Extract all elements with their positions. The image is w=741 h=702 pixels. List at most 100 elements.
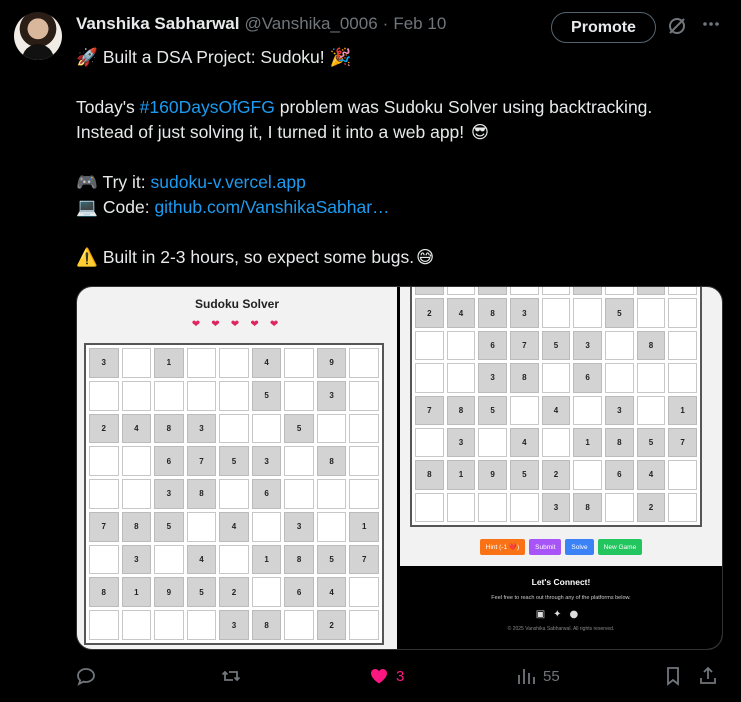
sudoku-cell[interactable]: 2	[636, 492, 666, 522]
sudoku-cell[interactable]: 2	[316, 610, 347, 640]
sudoku-cell[interactable]	[186, 511, 217, 542]
sudoku-cell[interactable]	[446, 492, 476, 522]
sudoku-cell[interactable]: 5	[316, 544, 347, 575]
sudoku-cell[interactable]: 3	[186, 413, 217, 444]
sudoku-cell[interactable]: 3	[316, 380, 347, 411]
share-button[interactable]	[698, 666, 718, 686]
sudoku-cell[interactable]: 8	[121, 511, 152, 542]
sudoku-cell[interactable]: 4	[316, 577, 347, 608]
sudoku-cell[interactable]: 8	[636, 330, 666, 361]
sudoku-cell[interactable]	[668, 492, 697, 522]
sudoku-cell[interactable]	[415, 492, 444, 522]
sudoku-cell[interactable]	[121, 348, 152, 378]
sudoku-cell[interactable]: 3	[121, 544, 152, 575]
sudoku-cell[interactable]: 5	[478, 395, 507, 425]
sudoku-cell[interactable]: 8	[316, 446, 347, 477]
sudoku-cell[interactable]	[284, 348, 314, 378]
media-image-right[interactable]: 24835675383867854313418578195264382 Hint…	[400, 287, 722, 649]
sudoku-cell[interactable]	[668, 363, 697, 393]
sudoku-cell[interactable]: 8	[284, 544, 314, 575]
sudoku-cell[interactable]: 2	[219, 577, 249, 608]
sudoku-cell[interactable]: 3	[89, 348, 119, 378]
sudoku-cell[interactable]	[668, 298, 697, 328]
sudoku-cell[interactable]	[446, 363, 476, 393]
sudoku-cell[interactable]	[284, 479, 314, 509]
sudoku-cell[interactable]	[121, 446, 152, 477]
sudoku-cell[interactable]	[349, 413, 379, 444]
sudoku-cell[interactable]	[316, 511, 347, 542]
sudoku-cell[interactable]	[573, 395, 602, 425]
sudoku-cell[interactable]: 3	[509, 298, 539, 328]
sudoku-cell[interactable]: 3	[219, 610, 249, 640]
sudoku-cell[interactable]: 4	[541, 395, 571, 425]
sudoku-cell[interactable]: 4	[219, 511, 249, 542]
sudoku-cell[interactable]	[541, 298, 571, 328]
sudoku-cell[interactable]	[154, 380, 184, 411]
sudoku-cell[interactable]: 1	[121, 577, 152, 608]
author-handle[interactable]: @Vanshika_0006	[244, 14, 377, 34]
demo-link[interactable]: sudoku-v.vercel.app	[151, 172, 306, 192]
sudoku-cell[interactable]: 5	[636, 427, 666, 458]
sudoku-cell[interactable]: 3	[251, 446, 282, 477]
sudoku-cell[interactable]	[219, 479, 249, 509]
sudoku-cell[interactable]	[121, 610, 152, 640]
sudoku-cell[interactable]	[349, 479, 379, 509]
sudoku-cell[interactable]	[89, 544, 119, 575]
sudoku-cell[interactable]: 6	[284, 577, 314, 608]
reply-button[interactable]	[76, 666, 96, 686]
sudoku-cell[interactable]	[284, 610, 314, 640]
sudoku-cell[interactable]	[219, 380, 249, 411]
retweet-button[interactable]	[221, 666, 241, 686]
sudoku-cell[interactable]	[121, 479, 152, 509]
bookmark-button[interactable]	[663, 666, 683, 686]
sudoku-cell[interactable]: 7	[89, 511, 119, 542]
sudoku-cell[interactable]	[251, 577, 282, 608]
sudoku-cell[interactable]: 5	[154, 511, 184, 542]
sudoku-cell[interactable]	[316, 479, 347, 509]
sudoku-cell[interactable]: 5	[219, 446, 249, 477]
sudoku-cell[interactable]	[284, 446, 314, 477]
sudoku-cell[interactable]	[446, 330, 476, 361]
sudoku-cell[interactable]	[668, 330, 697, 361]
sudoku-cell[interactable]: 3	[154, 479, 184, 509]
sudoku-cell[interactable]: 7	[415, 395, 444, 425]
sudoku-cell[interactable]	[219, 348, 249, 378]
author-avatar[interactable]	[14, 12, 62, 60]
sudoku-cell[interactable]	[349, 446, 379, 477]
sudoku-cell[interactable]	[604, 287, 634, 296]
sudoku-cell[interactable]	[219, 413, 249, 444]
sudoku-cell[interactable]	[668, 287, 697, 296]
sudoku-cell[interactable]	[89, 380, 119, 411]
sudoku-cell[interactable]	[573, 460, 602, 490]
sudoku-cell[interactable]	[446, 287, 476, 296]
github-link[interactable]: github.com/VanshikaSabhar…	[154, 197, 389, 217]
sudoku-cell[interactable]	[316, 413, 347, 444]
sudoku-cell[interactable]	[251, 413, 282, 444]
sudoku-cell[interactable]	[349, 380, 379, 411]
sudoku-cell[interactable]	[573, 298, 602, 328]
sudoku-cell[interactable]	[604, 330, 634, 361]
sudoku-cell[interactable]: 8	[415, 460, 444, 490]
sudoku-cell[interactable]: 6	[251, 479, 282, 509]
sudoku-cell[interactable]: 5	[284, 413, 314, 444]
sudoku-cell[interactable]	[89, 479, 119, 509]
sudoku-cell[interactable]	[89, 446, 119, 477]
sudoku-cell[interactable]: 6	[478, 330, 507, 361]
sudoku-cell[interactable]: 3	[573, 330, 602, 361]
sudoku-cell[interactable]: 8	[478, 298, 507, 328]
sudoku-cell[interactable]	[604, 492, 634, 522]
sudoku-cell[interactable]: 8	[573, 492, 602, 522]
like-button[interactable]: 3	[369, 666, 404, 686]
sudoku-cell[interactable]: 1	[573, 427, 602, 458]
sudoku-cell[interactable]: 1	[668, 395, 697, 425]
sudoku-cell[interactable]	[186, 610, 217, 640]
sudoku-cell[interactable]: 6	[604, 460, 634, 490]
sudoku-cell[interactable]: 6	[573, 363, 602, 393]
media-image-left[interactable]: Sudoku Solver ❤ ❤ ❤ ❤ ❤ 3149532483567538…	[77, 287, 397, 649]
sudoku-cell[interactable]	[154, 610, 184, 640]
sudoku-cell[interactable]: 8	[154, 413, 184, 444]
sudoku-cell[interactable]: 6	[154, 446, 184, 477]
views-button[interactable]: 55	[516, 666, 560, 686]
sudoku-cell[interactable]: 5	[509, 460, 539, 490]
sudoku-cell[interactable]	[604, 363, 634, 393]
